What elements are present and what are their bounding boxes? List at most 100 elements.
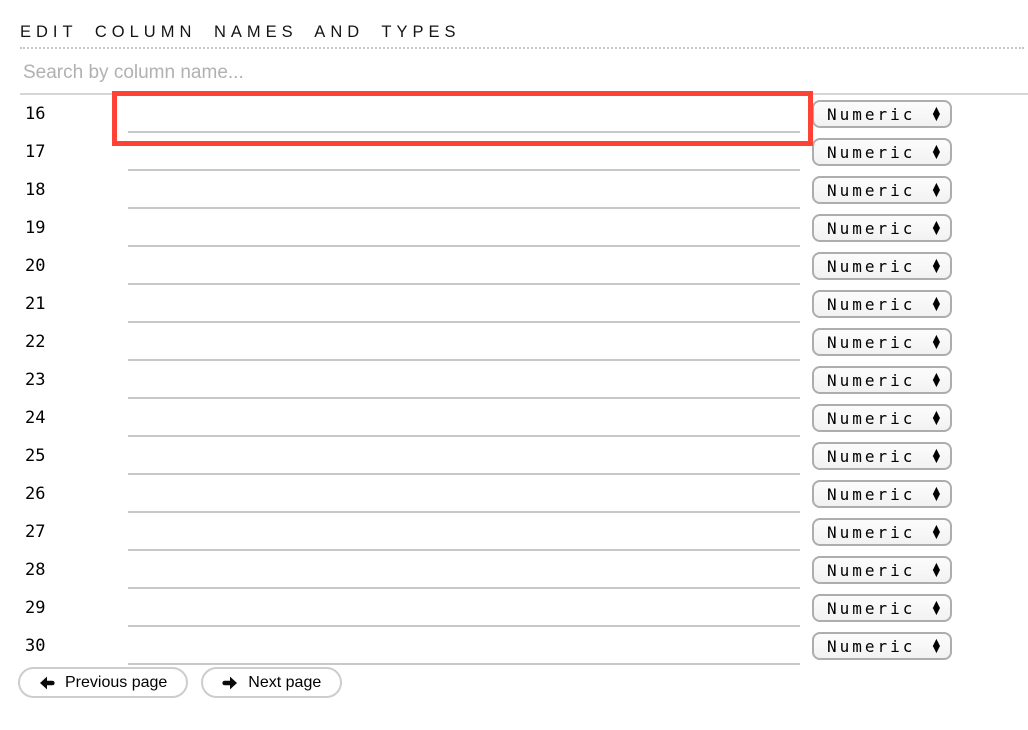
column-name-field-underline [128, 285, 800, 323]
column-type-select[interactable]: Numeric ▲ ▼ [812, 480, 952, 508]
column-name-field-underline [128, 133, 800, 171]
updown-arrows-icon: ▲ ▼ [933, 259, 940, 273]
next-page-label: Next page [248, 674, 321, 692]
column-row: 27 Numeric ▲ ▼ [0, 513, 1028, 551]
column-row: 16 Numeric ▲ ▼ [0, 95, 1028, 133]
column-name-input[interactable] [128, 361, 800, 397]
column-index-label: 28 [0, 560, 128, 580]
column-index-label: 21 [0, 294, 128, 314]
column-type-value: Numeric [827, 219, 915, 238]
column-index-label: 26 [0, 484, 128, 504]
column-row: 24 Numeric ▲ ▼ [0, 399, 1028, 437]
column-type-value: Numeric [827, 181, 915, 200]
column-type-select[interactable]: Numeric ▲ ▼ [812, 556, 952, 584]
column-row: 19 Numeric ▲ ▼ [0, 209, 1028, 247]
column-type-select[interactable]: Numeric ▲ ▼ [812, 138, 952, 166]
updown-arrows-icon: ▲ ▼ [933, 183, 940, 197]
column-name-field-underline [128, 437, 800, 475]
column-row: 17 Numeric ▲ ▼ [0, 133, 1028, 171]
previous-page-button[interactable]: Previous page [18, 667, 188, 698]
column-index-label: 24 [0, 408, 128, 428]
arrow-down-glyph: ▼ [933, 570, 940, 577]
column-name-field-underline [128, 361, 800, 399]
column-name-field-underline [128, 475, 800, 513]
next-page-button[interactable]: Next page [201, 667, 342, 698]
updown-arrows-icon: ▲ ▼ [933, 563, 940, 577]
column-type-select[interactable]: Numeric ▲ ▼ [812, 290, 952, 318]
column-type-value: Numeric [827, 561, 915, 580]
column-row: 23 Numeric ▲ ▼ [0, 361, 1028, 399]
updown-arrows-icon: ▲ ▼ [933, 487, 940, 501]
updown-arrows-icon: ▲ ▼ [933, 335, 940, 349]
column-type-select[interactable]: Numeric ▲ ▼ [812, 366, 952, 394]
column-type-value: Numeric [827, 447, 915, 466]
column-type-value: Numeric [827, 371, 915, 390]
arrow-down-glyph: ▼ [933, 646, 940, 653]
updown-arrows-icon: ▲ ▼ [933, 221, 940, 235]
arrow-down-glyph: ▼ [933, 456, 940, 463]
column-name-input[interactable] [128, 475, 800, 511]
column-rows-list: 16 Numeric ▲ ▼ 17 Numeric ▲ ▼ 18 [0, 95, 1028, 665]
column-index-label: 27 [0, 522, 128, 542]
column-type-select[interactable]: Numeric ▲ ▼ [812, 176, 952, 204]
column-name-input[interactable] [128, 209, 800, 245]
column-row: 28 Numeric ▲ ▼ [0, 551, 1028, 589]
column-name-input[interactable] [128, 133, 800, 169]
column-row: 30 Numeric ▲ ▼ [0, 627, 1028, 665]
updown-arrows-icon: ▲ ▼ [933, 639, 940, 653]
column-name-input[interactable] [128, 513, 800, 549]
updown-arrows-icon: ▲ ▼ [933, 297, 940, 311]
arrow-down-glyph: ▼ [933, 418, 940, 425]
column-name-input[interactable] [128, 589, 800, 625]
column-name-input[interactable] [128, 323, 800, 359]
updown-arrows-icon: ▲ ▼ [933, 449, 940, 463]
column-name-input[interactable] [128, 285, 800, 321]
column-name-field-underline [128, 399, 800, 437]
column-index-label: 29 [0, 598, 128, 618]
column-type-select[interactable]: Numeric ▲ ▼ [812, 518, 952, 546]
column-name-field-underline [128, 589, 800, 627]
column-index-label: 22 [0, 332, 128, 352]
pagination: Previous page Next page [18, 667, 1028, 698]
column-name-field-underline [128, 95, 800, 133]
column-index-label: 19 [0, 218, 128, 238]
column-name-input[interactable] [128, 627, 800, 663]
column-index-label: 25 [0, 446, 128, 466]
column-type-select[interactable]: Numeric ▲ ▼ [812, 442, 952, 470]
arrow-down-glyph: ▼ [933, 190, 940, 197]
search-input[interactable] [20, 49, 1028, 95]
column-name-input[interactable] [128, 95, 800, 131]
column-type-select[interactable]: Numeric ▲ ▼ [812, 404, 952, 432]
updown-arrows-icon: ▲ ▼ [933, 411, 940, 425]
column-name-input[interactable] [128, 437, 800, 473]
arrow-down-glyph: ▼ [933, 114, 940, 121]
column-name-field-underline [128, 627, 800, 665]
column-row: 26 Numeric ▲ ▼ [0, 475, 1028, 513]
arrow-down-glyph: ▼ [933, 608, 940, 615]
column-name-field-underline [128, 171, 800, 209]
column-type-select[interactable]: Numeric ▲ ▼ [812, 632, 952, 660]
column-index-label: 16 [0, 104, 128, 124]
column-row: 21 Numeric ▲ ▼ [0, 285, 1028, 323]
updown-arrows-icon: ▲ ▼ [933, 525, 940, 539]
column-index-label: 17 [0, 142, 128, 162]
previous-page-label: Previous page [65, 674, 167, 692]
column-type-select[interactable]: Numeric ▲ ▼ [812, 214, 952, 242]
column-index-label: 20 [0, 256, 128, 276]
column-type-select[interactable]: Numeric ▲ ▼ [812, 252, 952, 280]
column-type-select[interactable]: Numeric ▲ ▼ [812, 328, 952, 356]
column-name-input[interactable] [128, 399, 800, 435]
column-type-select[interactable]: Numeric ▲ ▼ [812, 594, 952, 622]
column-name-input[interactable] [128, 171, 800, 207]
column-row: 18 Numeric ▲ ▼ [0, 171, 1028, 209]
edit-columns-panel: EDIT COLUMN NAMES AND TYPES 16 Numeric ▲… [0, 0, 1028, 730]
column-index-label: 23 [0, 370, 128, 390]
column-type-value: Numeric [827, 295, 915, 314]
column-type-value: Numeric [827, 523, 915, 542]
arrow-down-glyph: ▼ [933, 228, 940, 235]
left-arrow-icon [39, 676, 55, 690]
column-type-select[interactable]: Numeric ▲ ▼ [812, 100, 952, 128]
column-name-input[interactable] [128, 247, 800, 283]
arrow-down-glyph: ▼ [933, 304, 940, 311]
column-name-input[interactable] [128, 551, 800, 587]
